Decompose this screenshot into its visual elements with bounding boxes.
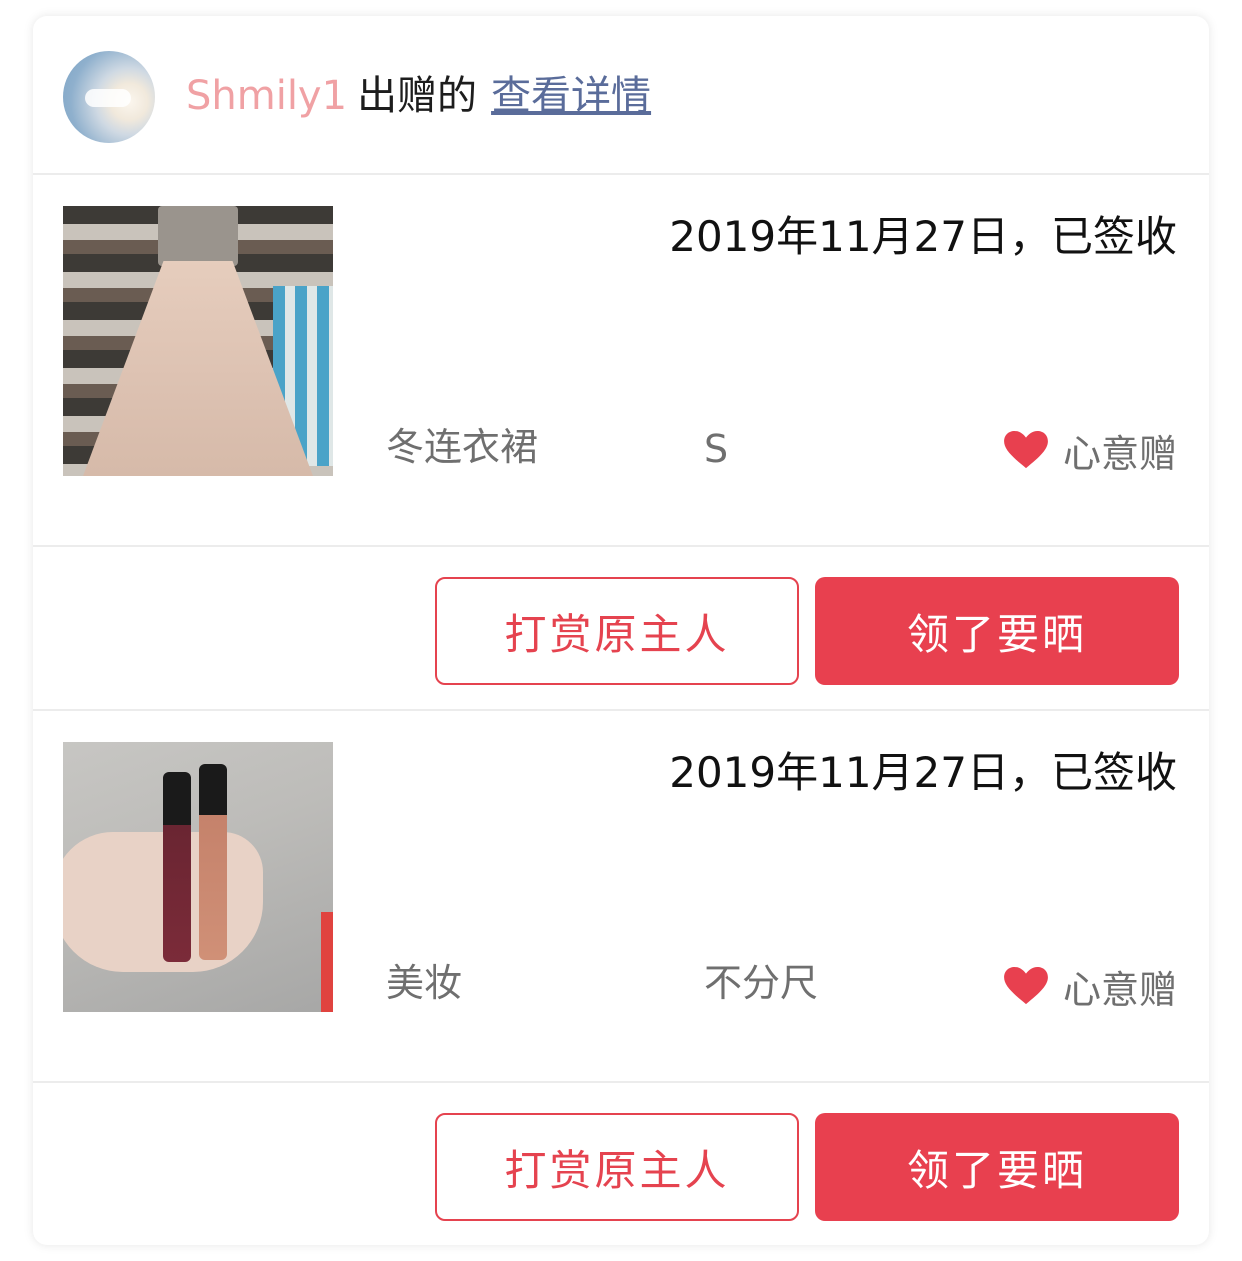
card-header: Shmily1 出赠的 查看详情 <box>33 16 1209 175</box>
avatar[interactable] <box>63 51 155 143</box>
gift-type-badge: 心意赠 <box>1001 427 1177 476</box>
avatar-cloud <box>85 89 131 107</box>
gift-item[interactable]: 2019年11月27日，已签收 冬连衣裙 S 心意赠 <box>33 175 1209 547</box>
item-category: 美妆 <box>386 961 463 1005</box>
gift-type-label: 心意赠 <box>1062 431 1177 476</box>
gave-text: 出赠的 <box>357 73 478 119</box>
item-actions: 打赏原主人 领了要晒 <box>33 547 1209 711</box>
item-category: 冬连衣裙 <box>386 425 539 469</box>
item-actions: 打赏原主人 领了要晒 <box>33 1083 1209 1245</box>
item-date-status: 2019年11月27日，已签收 <box>669 212 1177 261</box>
gift-item[interactable]: 2019年11月27日，已签收 美妆 不分尺 心意赠 <box>33 711 1209 1083</box>
header-line: Shmily1 出赠的 查看详情 <box>186 66 651 126</box>
reward-owner-button[interactable]: 打赏原主人 <box>435 577 799 685</box>
gift-type-badge: 心意赠 <box>1001 963 1177 1012</box>
view-details-link[interactable]: 查看详情 <box>491 73 651 119</box>
gift-type-label: 心意赠 <box>1062 967 1177 1012</box>
heart-icon <box>1004 966 1048 1005</box>
item-size: 不分尺 <box>704 961 819 1005</box>
username[interactable]: Shmily1 <box>186 73 347 119</box>
reward-owner-button[interactable]: 打赏原主人 <box>435 1113 799 1221</box>
heart-icon <box>1004 430 1048 469</box>
item-date-status: 2019年11月27日，已签收 <box>669 748 1177 797</box>
item-size: S <box>704 427 729 471</box>
show-off-button[interactable]: 领了要晒 <box>815 1113 1179 1221</box>
item-thumbnail[interactable] <box>63 742 333 1012</box>
show-off-button[interactable]: 领了要晒 <box>815 577 1179 685</box>
gift-card: Shmily1 出赠的 查看详情 2019年11月27日，已签收 冬连衣裙 S 心意… <box>33 16 1209 1245</box>
item-thumbnail[interactable] <box>63 206 333 476</box>
